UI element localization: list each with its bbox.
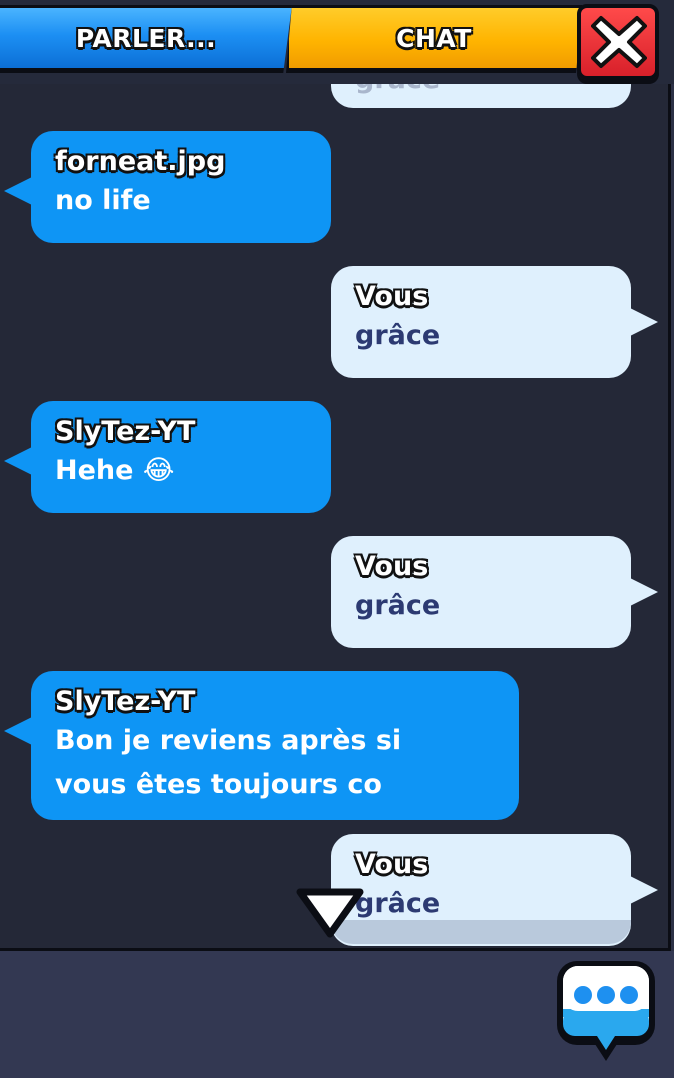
message-bubble-me: Vous grâce [331, 536, 658, 648]
tab-chat[interactable]: CHAT [286, 5, 582, 73]
close-icon [591, 16, 647, 68]
chat-bubble-icon[interactable] [553, 957, 659, 1065]
message-text: no life [55, 185, 151, 216]
message-text-line-2: vous êtes toujours co [55, 769, 382, 800]
partial-message-text: grâce [355, 84, 440, 95]
message-sender: Vous [355, 281, 429, 312]
scroll-down-arrow-icon[interactable] [294, 884, 366, 940]
message-sender: SlyTez-YT [55, 686, 196, 717]
message-text-line-1: Bon je reviens après si [55, 725, 402, 756]
message-text: grâce [355, 590, 441, 621]
tab-parler-label: PARLER... [75, 23, 217, 53]
message-text: grâce [355, 320, 441, 351]
message-sender: Vous [355, 551, 429, 582]
message-sender: SlyTez-YT [55, 416, 196, 447]
message-sender: forneat.jpg [55, 146, 226, 177]
tab-chat-label: CHAT [396, 23, 472, 53]
bubble-fade-overlay [331, 920, 631, 944]
partial-message-bubble: grâce [331, 84, 631, 108]
close-button[interactable] [577, 4, 659, 80]
message-bubble-me: Vous grâce [331, 266, 658, 378]
tab-parler[interactable]: PARLER... [0, 5, 292, 73]
message-bubble-them: forneat.jpg no life [4, 131, 331, 243]
message-bubble-them: SlyTez-YT Hehe 😂 [4, 401, 331, 513]
chat-panel[interactable]: grâce forneat.jpg no life Vous grâce Sly… [0, 84, 671, 951]
tab-bar: PARLER... CHAT [0, 0, 674, 84]
message-bubble-them: SlyTez-YT Bon je reviens après si vous ê… [4, 671, 519, 820]
message-sender: Vous [355, 849, 429, 880]
message-text: Hehe 😂 [55, 455, 175, 486]
